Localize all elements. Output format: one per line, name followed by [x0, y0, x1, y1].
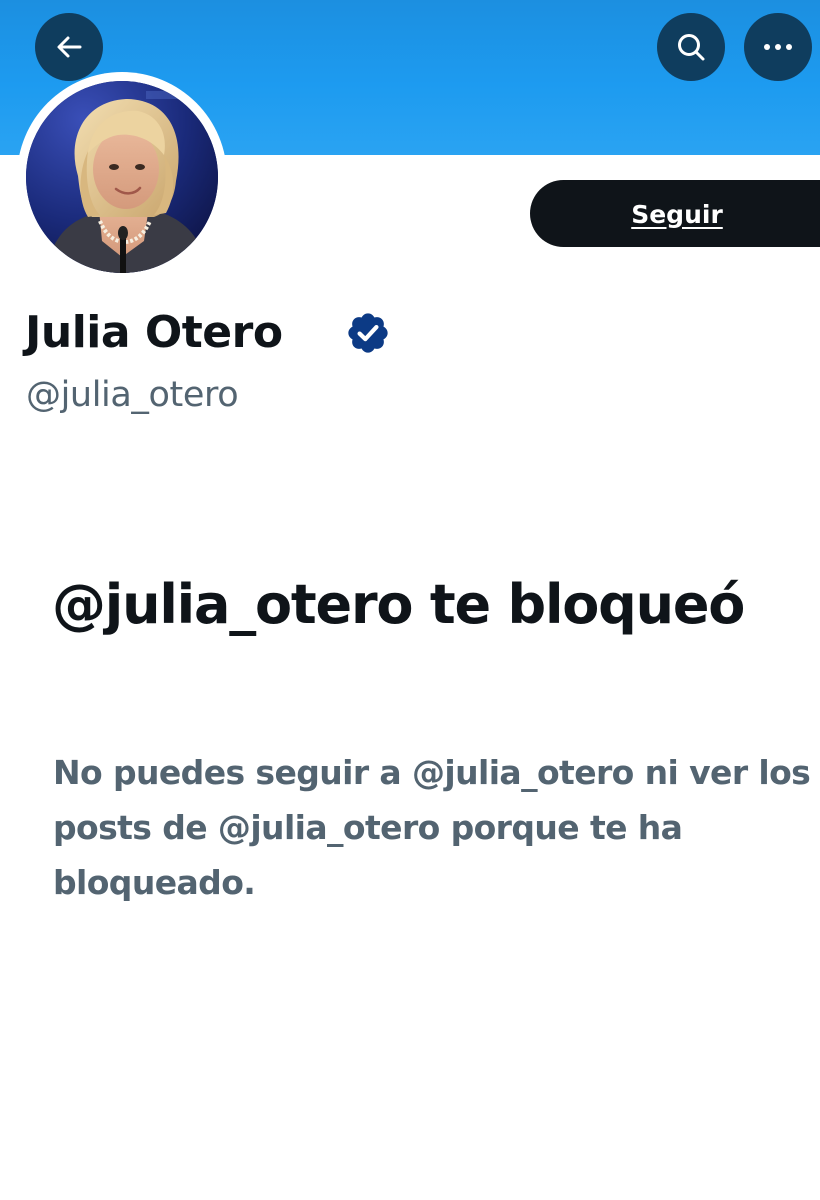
follow-button[interactable]: Seguir: [530, 180, 820, 247]
avatar-frame: [17, 72, 227, 282]
back-button[interactable]: [35, 13, 103, 81]
arrow-left-icon: [54, 32, 84, 62]
blocked-description: No puedes seguir a @julia_otero ni ver l…: [53, 753, 811, 902]
more-horizontal-icon: [762, 43, 794, 51]
search-button[interactable]: [657, 13, 725, 81]
verified-badge-icon: [345, 310, 391, 356]
profile-handle: @julia_otero: [26, 375, 239, 415]
more-options-button[interactable]: [744, 13, 812, 81]
search-icon: [675, 31, 707, 63]
avatar[interactable]: [26, 81, 218, 273]
blocked-title: @julia_otero te bloqueó: [52, 573, 745, 636]
display-name: Julia Otero: [25, 307, 283, 358]
